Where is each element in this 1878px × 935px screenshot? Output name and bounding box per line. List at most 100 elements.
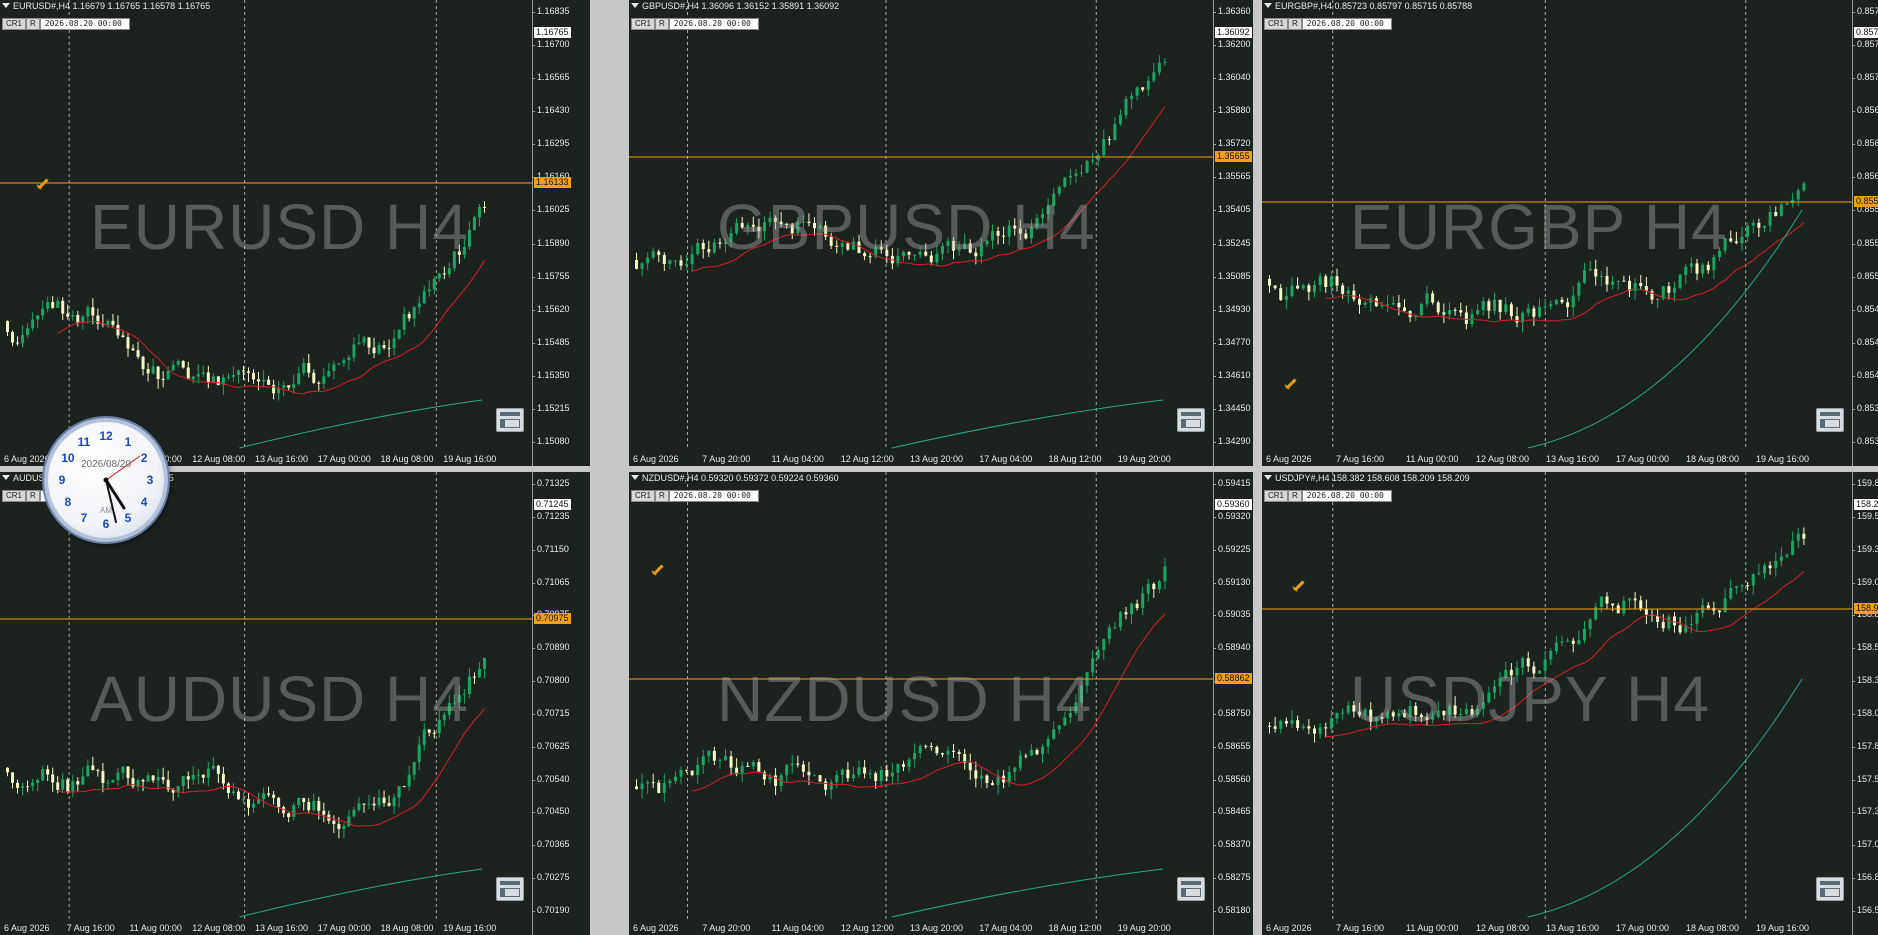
time-axis-label: 17 Aug 00:00 — [317, 923, 371, 933]
candle — [1442, 312, 1446, 315]
price-axis[interactable]: 0.71325 0.71235 0.71150 0.71065 0.70975 0.708… — [532, 472, 590, 935]
chart-header: EURGBP#,H4 0.85723 0.85797 0.85715 0.857… — [1264, 1, 1472, 11]
price-axis[interactable]: 159.8 159.5 159.3 159.0 158.8 158.5 158.3 158.0… — [1852, 472, 1878, 935]
price-tick-label: 1.16835 — [532, 6, 570, 16]
candle — [407, 774, 411, 787]
candle — [1538, 306, 1541, 317]
price-axis[interactable]: 1.16835 1.16700 1.16565 1.16430 1.16295 1.161… — [532, 0, 590, 466]
candle — [1560, 641, 1564, 643]
pencil-icon[interactable] — [1292, 578, 1306, 592]
time-axis-label: 17 Aug 04:00 — [979, 454, 1033, 464]
analog-clock-widget[interactable]: 2026/08/20 AM 12 1 2 3 4 5 6 7 8 9 10 11 — [44, 418, 168, 542]
candle — [1301, 285, 1305, 289]
r-button[interactable]: R — [655, 18, 669, 30]
hline-price-tag: 1.35655 — [1215, 151, 1252, 162]
candle — [412, 761, 416, 775]
candle — [1515, 316, 1519, 323]
price-axis[interactable]: 0.85790 0.85755 0.85720 0.85685 0.85650 0.856… — [1852, 0, 1878, 466]
price-axis[interactable]: 1.36360 1.36200 1.36040 1.35880 1.35720 1.355… — [1213, 0, 1253, 466]
r-button[interactable]: R — [1288, 490, 1302, 502]
price-axis[interactable]: 0.59415 0.59320 0.59225 0.59130 0.59035 0.589… — [1213, 472, 1253, 935]
time-axis-label: 7 Aug 20:00 — [702, 923, 751, 933]
cr1-button[interactable]: CR1 — [1264, 490, 1289, 502]
collapse-triangle-icon[interactable] — [1264, 475, 1272, 480]
candle — [696, 764, 700, 776]
chart-window-eurusd[interactable]: EURUSD H4 EURUSD#,H4 1.16679 1.16765 1.16… — [0, 0, 590, 466]
symbol-quote: EURUSD#,H4 1.16679 1.16765 1.16578 1.167… — [13, 1, 211, 11]
candle — [297, 797, 301, 806]
r-button[interactable]: R — [26, 18, 40, 30]
time-axis-label: 13 Aug 20:00 — [910, 923, 964, 933]
chart-window-eurgbp[interactable]: EURGBP H4 EURGBP#,H4 0.85723 0.85797 0.85… — [1262, 0, 1878, 466]
candle — [226, 376, 230, 378]
candle — [1729, 588, 1733, 599]
chart-window-nzdusd[interactable]: NZDUSD H4 NZDUSD#,H4 0.59320 0.59372 0.59… — [629, 472, 1253, 935]
candle — [31, 319, 35, 329]
candle — [96, 770, 100, 772]
time-axis-label: 12 Aug 08:00 — [192, 923, 246, 933]
current-price-tag: 1.36092 — [1215, 27, 1252, 38]
price-tick-label: 0.85720 — [1852, 72, 1878, 82]
candle — [186, 776, 190, 780]
price-tick-label: 0.70890 — [532, 642, 570, 653]
collapse-triangle-icon[interactable] — [631, 3, 639, 8]
candle — [16, 782, 20, 788]
panel-icon[interactable] — [1816, 877, 1844, 901]
candle — [41, 769, 45, 781]
panel-icon[interactable] — [496, 877, 524, 901]
candle — [181, 776, 185, 787]
candle — [1684, 266, 1688, 275]
cr1-button[interactable]: CR1 — [631, 490, 656, 502]
candle — [940, 753, 944, 755]
candle — [191, 774, 195, 780]
chart-toolbar: CR1R2026.08.20 00:00 — [1264, 490, 1392, 502]
pencil-icon[interactable] — [1284, 376, 1298, 390]
candle — [1018, 755, 1022, 768]
candle — [857, 767, 861, 775]
pencil-icon[interactable] — [36, 176, 50, 190]
price-tick-label: 157.0 — [1852, 839, 1878, 850]
time-axis-label: 11 Aug 00:00 — [1406, 454, 1459, 464]
collapse-triangle-icon[interactable] — [1264, 3, 1272, 8]
datetime-field[interactable]: 2026.08.20 00:00 — [1301, 490, 1392, 502]
candle — [1273, 285, 1277, 289]
price-tick-label: 1.15080 — [532, 436, 570, 446]
r-button[interactable]: R — [26, 490, 40, 502]
cr1-button[interactable]: CR1 — [1264, 18, 1289, 30]
r-button[interactable]: R — [1288, 18, 1302, 30]
panel-icon[interactable] — [1177, 408, 1205, 432]
panel-icon[interactable] — [1177, 877, 1205, 901]
candle — [1041, 746, 1045, 755]
chart-window-usdjpy[interactable]: USDJPY H4 USDJPY#,H4 158.382 158.608 158.… — [1262, 472, 1878, 935]
time-axis-label: 11 Aug 00:00 — [1406, 923, 1459, 933]
candle — [1448, 309, 1451, 315]
collapse-triangle-icon[interactable] — [631, 475, 639, 480]
moving-average-slow — [239, 868, 483, 918]
cr1-button[interactable]: CR1 — [2, 490, 27, 502]
datetime-field[interactable]: 2026.08.20 00:00 — [668, 490, 759, 502]
datetime-field[interactable]: 2026.08.20 00:00 — [39, 18, 130, 30]
candle — [1549, 651, 1553, 660]
candle — [1425, 293, 1429, 305]
collapse-triangle-icon[interactable] — [2, 475, 10, 480]
candle — [91, 307, 95, 316]
time-axis-label: 17 Aug 00:00 — [1616, 923, 1670, 933]
panel-icon[interactable] — [496, 408, 524, 432]
r-button[interactable]: R — [655, 490, 669, 502]
candle — [377, 797, 381, 806]
price-tick-label: 1.15755 — [532, 270, 570, 281]
pencil-icon[interactable] — [651, 562, 665, 576]
datetime-field[interactable]: 2026.08.20 00:00 — [668, 18, 759, 30]
panel-icon[interactable] — [1816, 408, 1844, 432]
candle — [818, 775, 822, 782]
cr1-button[interactable]: CR1 — [2, 18, 27, 30]
cr1-button[interactable]: CR1 — [631, 18, 656, 30]
chart-window-gbpusd[interactable]: GBPUSD H4 GBPUSD#,H4 1.36096 1.36152 1.35… — [629, 0, 1253, 466]
candle — [1335, 712, 1339, 719]
collapse-triangle-icon[interactable] — [2, 3, 10, 8]
chart-window-audusd[interactable]: AUDUSD H4AUDUSD#,H4 0.71065 0.71113 0.71… — [0, 472, 590, 935]
candle — [635, 786, 638, 790]
candle — [835, 774, 839, 783]
datetime-field[interactable]: 2026.08.20 00:00 — [1301, 18, 1392, 30]
candle — [790, 763, 794, 766]
